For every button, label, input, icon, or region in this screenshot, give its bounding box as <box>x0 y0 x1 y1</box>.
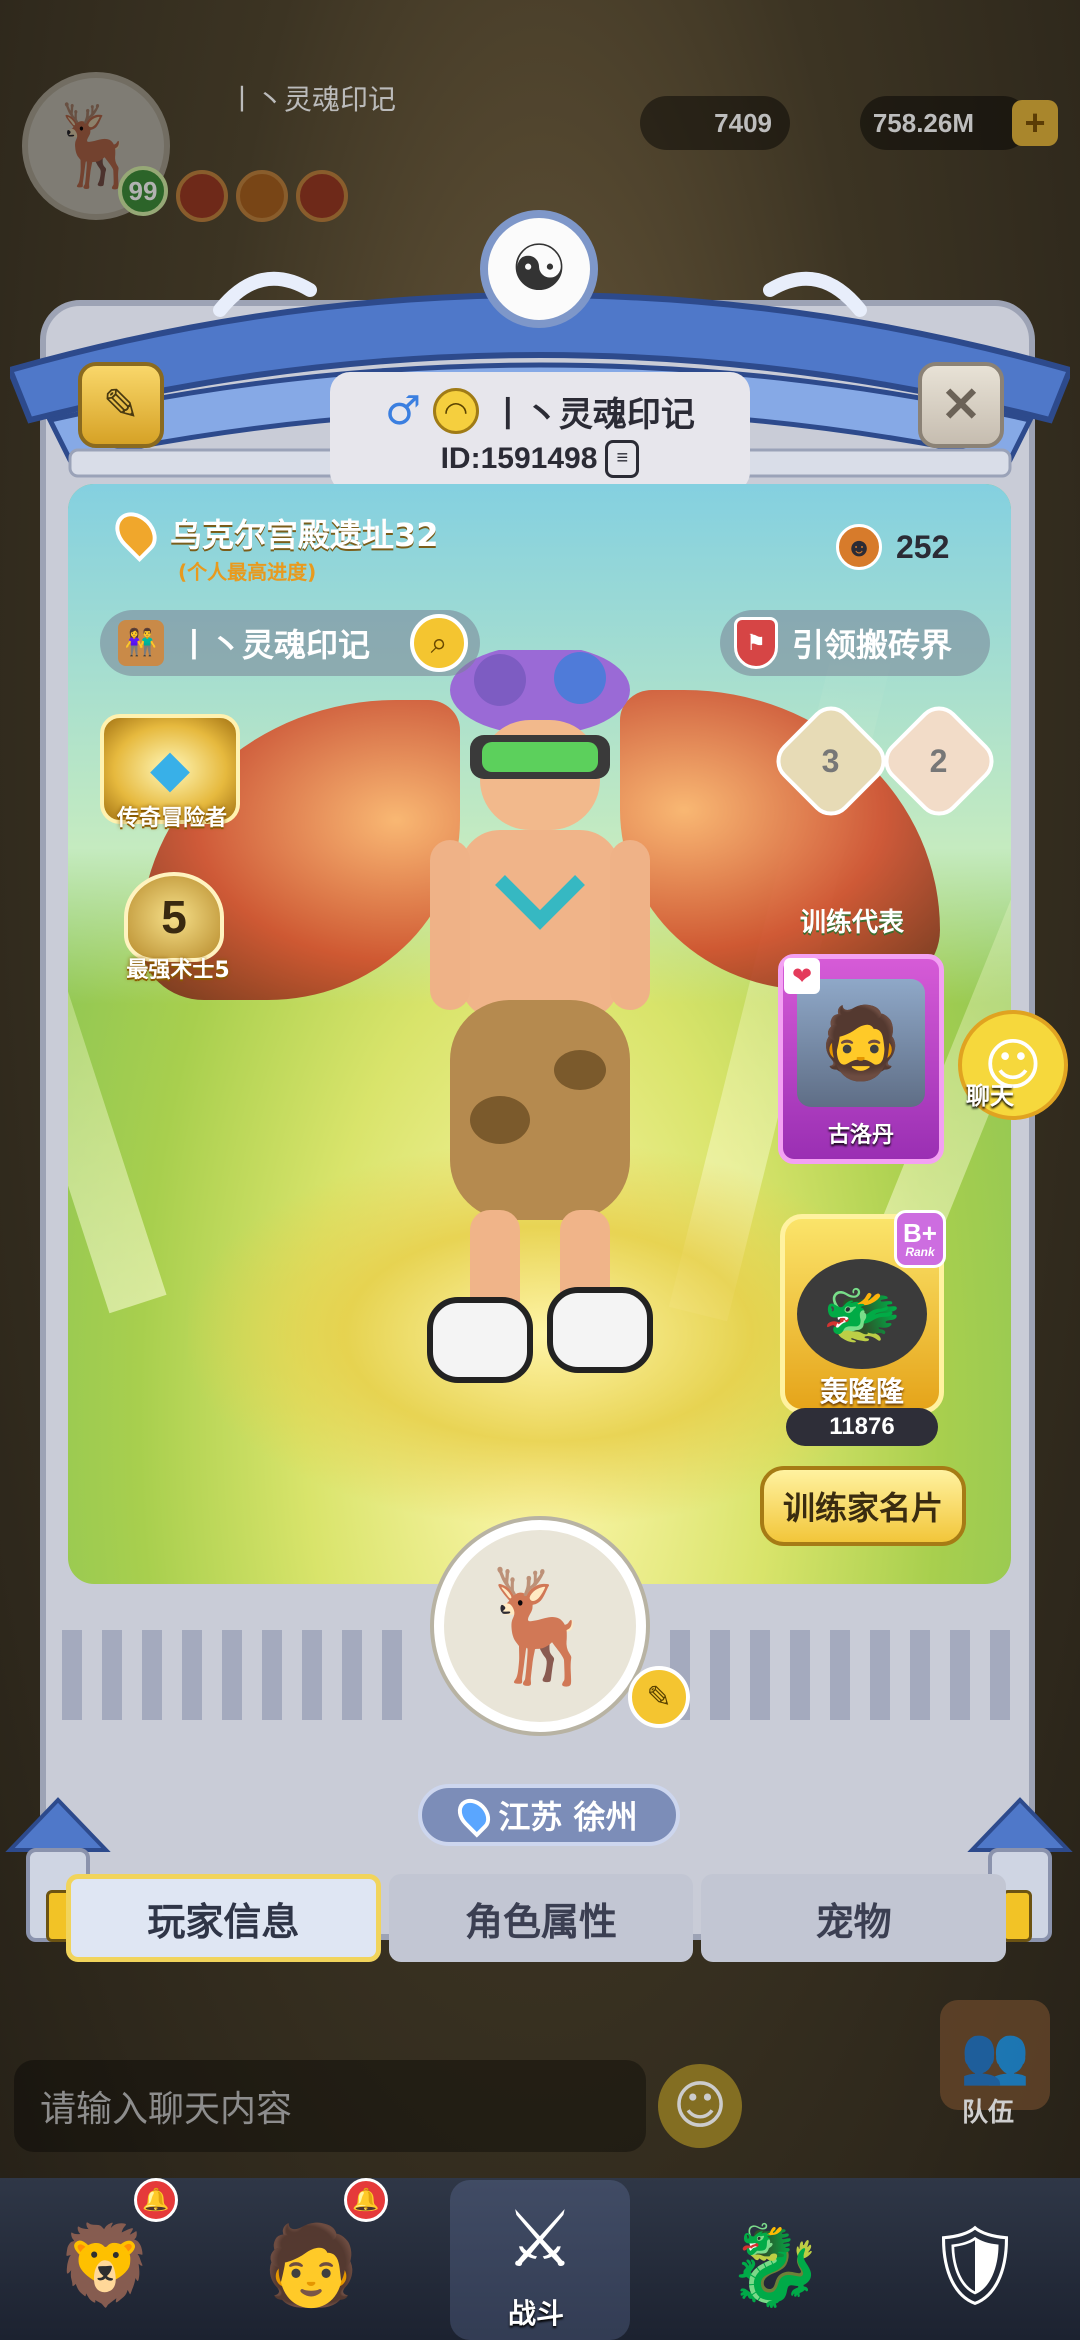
tab-player-info[interactable]: 玩家信息 <box>66 1874 381 1962</box>
region-text: 江苏 徐州 <box>498 1798 638 1836</box>
representative-title: 训练代表 <box>800 908 905 938</box>
nav-guild-icon[interactable]: 🛡 <box>900 2196 1050 2336</box>
achievement-count: 2 <box>930 742 948 779</box>
player-id: ID:1591498 <box>440 441 598 475</box>
location-row[interactable]: 乌克尔宫殿遗址32 <box>107 504 439 562</box>
hud-player-name: 丨丶灵魂印记 <box>228 83 397 116</box>
progress-location-note: (个人最高进度) <box>178 560 317 584</box>
edit-profile-button[interactable]: ✎ <box>78 362 164 448</box>
profile-tabs: 玩家信息 角色属性 宠物 <box>66 1874 1007 1962</box>
hud-buff-icon[interactable] <box>296 170 348 222</box>
chat-input[interactable]: 请输入聊天内容 <box>14 2060 646 2152</box>
profile-player-name: 丨丶灵魂印记 <box>490 394 695 435</box>
tab-pets[interactable]: 宠物 <box>701 1874 1007 1962</box>
nav-battle-icon[interactable]: ⚔ <box>465 2170 615 2310</box>
gem-counter: 758.26M <box>860 96 1030 150</box>
tab-attributes[interactable]: 角色属性 <box>388 1874 694 1962</box>
gender-male-icon: ♂ <box>385 388 421 434</box>
add-gems-button[interactable]: + <box>1012 100 1058 146</box>
search-icon: ⌕ <box>430 625 448 661</box>
region-pill[interactable]: 江苏 徐州 <box>418 1784 680 1846</box>
pet-portrait: 🐲 <box>797 1259 927 1369</box>
edit-profile-icon: ✎ <box>102 379 140 431</box>
team-label: 队伍 <box>962 2098 1015 2128</box>
partner-name: 丨丶灵魂印记 <box>178 626 371 664</box>
guild-name: 引领搬砖界 <box>792 626 953 664</box>
close-button[interactable]: ✕ <box>918 362 1004 448</box>
pet-rank-tag: Rank <box>905 1245 935 1259</box>
player-emoji-icon: ◠ <box>432 388 479 434</box>
hud-level-badge: 99 <box>118 166 168 216</box>
progress-location: 乌克尔宫殿遗址32 <box>170 516 439 554</box>
tab-scroll-right <box>1002 1890 1032 1942</box>
trainer-card-button[interactable]: 训练家名片 <box>760 1466 966 1546</box>
rank-number: 5 <box>161 891 187 943</box>
pet-rank: B+ <box>903 1218 937 1248</box>
pencil-icon[interactable]: ✎ <box>628 1666 690 1728</box>
nav-pets-icon[interactable]: 🐉 <box>700 2196 850 2336</box>
notification-bell-icon: 🔔 <box>344 2178 388 2222</box>
decor-pattern <box>670 1630 1010 1720</box>
copy-icon[interactable]: ≡ <box>605 439 640 478</box>
achievement-count: 3 <box>822 742 840 779</box>
likes-counter[interactable]: ☻ 252 <box>836 524 949 570</box>
shell-count: 7409 <box>714 107 772 138</box>
hud-buff-icon[interactable] <box>236 170 288 222</box>
representative-portrait: 🧔 <box>797 979 925 1107</box>
search-button[interactable]: ⌕ <box>410 614 468 672</box>
likes-icon: ☻ <box>836 524 882 570</box>
heart-icon: ❤ <box>784 958 820 994</box>
pet-name: 轰隆隆 <box>819 1375 904 1408</box>
profile-title-plate: ♂ ◠ 丨丶灵魂印记 ID:1591498 ≡ <box>330 372 750 492</box>
representative-name: 古洛丹 <box>827 1123 894 1148</box>
notification-bell-icon: 🔔 <box>134 2178 178 2222</box>
shell-counter: 7409 <box>640 96 790 150</box>
nav-battle-label: 战斗 <box>508 2297 565 2330</box>
likes-count: 252 <box>896 528 950 565</box>
pet-power: 11876 <box>786 1408 938 1446</box>
decor-pattern <box>62 1630 412 1720</box>
medal-label: 传奇冒险者 <box>116 806 227 831</box>
close-icon: ✕ <box>940 379 982 432</box>
side-chat-label: 聊天 <box>966 1082 1014 1110</box>
yin-yang-icon: ☯ <box>480 210 598 328</box>
guild-pill[interactable]: ⚑ 引领搬砖界 <box>720 610 990 676</box>
region-pin-icon <box>451 1792 498 1838</box>
rank-badge[interactable]: 5 <box>124 872 224 962</box>
partner-icon: 👫 <box>118 620 164 666</box>
player-character[interactable] <box>390 650 690 1410</box>
pet-rank-badge: B+ Rank <box>894 1210 946 1268</box>
emoji-icon[interactable]: ☺ <box>658 2064 742 2148</box>
guild-icon: ⚑ <box>734 617 778 669</box>
gem-count: 758.26M <box>872 107 974 138</box>
rank-label: 最强术士5 <box>126 958 230 983</box>
profile-avatar[interactable]: 🦌 <box>434 1520 646 1732</box>
hud-buff-icon[interactable] <box>176 170 228 222</box>
